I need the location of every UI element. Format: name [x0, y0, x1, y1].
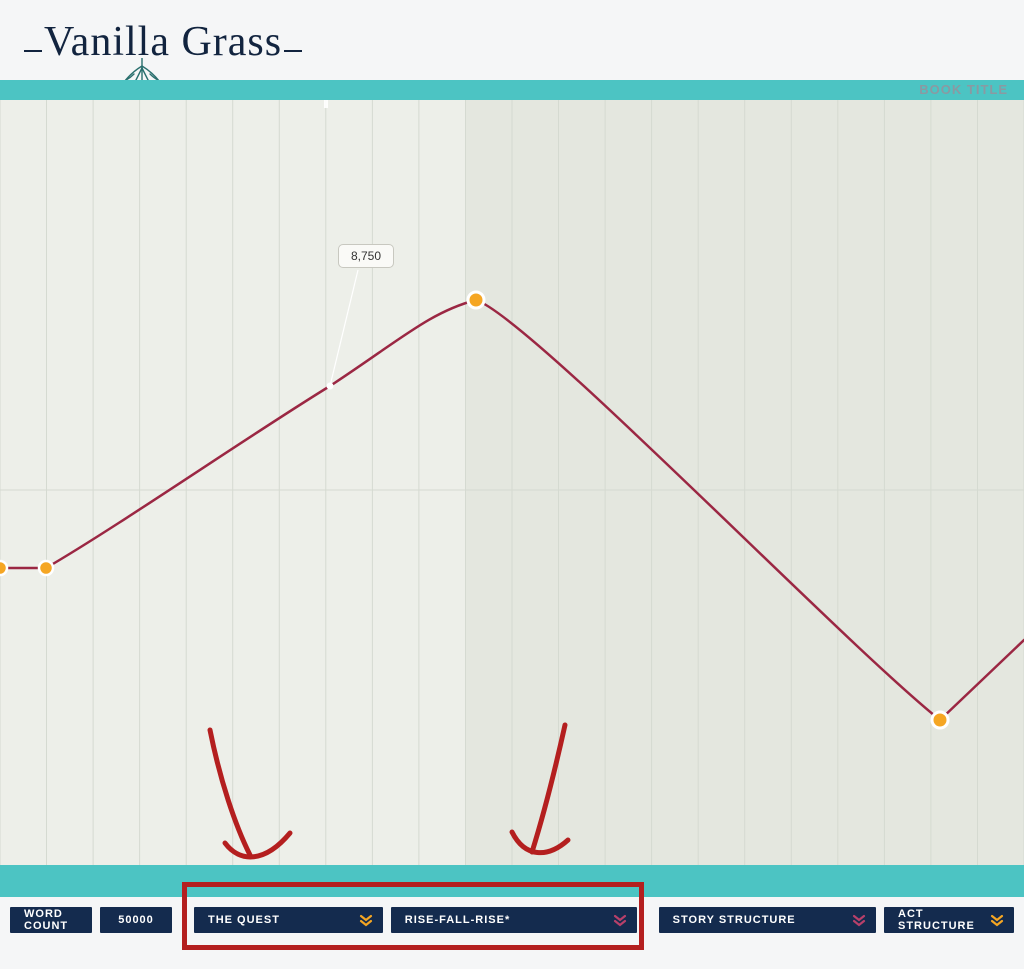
brand-logo: Vanilla Grass: [22, 18, 304, 86]
tooltip-value: 8,750: [351, 249, 381, 263]
story-arc-chart[interactable]: 8,750: [0, 100, 1024, 865]
story-structure-dropdown[interactable]: STORY STRUCTURE: [659, 907, 876, 933]
chevron-down-icon: [359, 913, 373, 927]
bottom-controls: WORD COUNT 50000 THE QUEST RISE-FALL-RIS…: [0, 903, 1024, 937]
story-shape-value: RISE-FALL-RISE*: [405, 914, 510, 926]
title-bar: BOOK TITLE: [0, 80, 1024, 100]
word-count-input[interactable]: 50000: [100, 907, 172, 933]
chevron-down-icon: [990, 913, 1004, 927]
chevron-down-icon: [852, 913, 866, 927]
story-shape-dropdown[interactable]: RISE-FALL-RISE*: [391, 907, 637, 933]
word-count-label: WORD COUNT: [10, 907, 92, 933]
act-structure-dropdown[interactable]: ACT STRUCTURE: [884, 907, 1014, 933]
plot-type-value: THE QUEST: [208, 914, 280, 926]
chart-tooltip: 8,750: [338, 244, 394, 268]
brand-name: Vanilla Grass: [44, 19, 282, 65]
plot-type-dropdown[interactable]: THE QUEST: [194, 907, 383, 933]
act-structure-value: ACT STRUCTURE: [898, 908, 982, 932]
story-structure-value: STORY STRUCTURE: [673, 914, 796, 926]
bottom-teal-bar: [0, 865, 1024, 897]
chevron-down-icon: [613, 913, 627, 927]
book-title-input[interactable]: BOOK TITLE: [919, 80, 1008, 100]
